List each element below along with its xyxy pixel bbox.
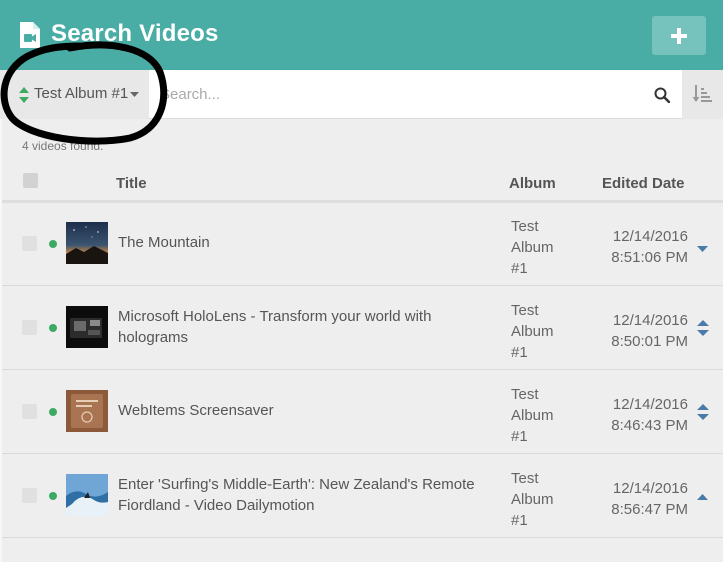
video-document-icon [20,22,40,48]
album-filter-label: Test Album #1 [34,85,129,102]
status-dot [49,492,57,500]
row-checkbox[interactable] [22,488,37,503]
magnifier-icon[interactable] [654,87,670,103]
status-dot [49,240,57,248]
row-checkbox[interactable] [22,320,37,335]
video-title-link[interactable]: Microsoft HoloLens - Transform your worl… [118,306,498,348]
column-header-edited-date[interactable]: Edited Date [602,175,685,192]
table-row[interactable]: Enter 'Surfing's Middle-Earth': New Zeal… [2,454,723,538]
add-video-button[interactable] [652,16,706,55]
row-checkbox[interactable] [22,404,37,419]
row-checkbox[interactable] [22,236,37,251]
sort-order-icon [692,85,712,102]
status-dot [49,408,57,416]
row-edited-date: 12/14/2016 8:56:47 PM [611,480,688,518]
video-title-link[interactable]: The Mountain [118,232,498,253]
row-album: Test Album #1 [511,386,554,445]
table-row[interactable]: WebItems Screensaver Test Album #1 12/14/2… [2,370,723,454]
column-header-title[interactable]: Title [116,175,147,192]
row-album: Test Album #1 [511,302,554,361]
row-album: Test Album #1 [511,470,554,529]
row-edited-date: 12/14/2016 8:51:06 PM [611,228,688,266]
table-row[interactable]: Microsoft HoloLens - Transform your worl… [2,286,723,370]
sort-order-button[interactable] [682,70,723,119]
video-thumbnail[interactable] [66,306,108,348]
plus-icon [671,28,687,44]
search-toolbar: Test Album #1 [0,70,723,119]
video-title-link[interactable]: Enter 'Surfing's Middle-Earth': New Zeal… [118,474,498,516]
caret-up-icon[interactable] [697,490,709,506]
video-list-panel: 4 videos found. Title Album Edited Date [0,119,723,562]
video-thumbnail[interactable] [66,222,108,264]
select-all-checkbox[interactable] [23,173,38,188]
search-input[interactable] [160,82,640,106]
app-header: Search Videos [0,0,723,70]
status-dot [49,324,57,332]
row-album: Test Album #1 [511,218,554,277]
video-title-link[interactable]: WebItems Screensaver [118,400,498,421]
sort-arrows-icon[interactable] [697,404,709,420]
sort-arrows-icon[interactable] [697,320,709,336]
sort-arrows-icon [19,87,29,103]
video-thumbnail[interactable] [66,390,108,432]
caret-down-icon[interactable] [697,242,709,258]
results-count: 4 videos found. [22,139,104,153]
column-header-album[interactable]: Album [509,175,556,192]
video-thumbnail[interactable] [66,474,108,516]
page-title: Search Videos [51,20,219,47]
table-row[interactable]: The Mountain Test Album #1 12/14/2016 8:51:… [2,202,723,286]
row-edited-date: 12/14/2016 8:46:43 PM [611,396,688,434]
chevron-down-icon [130,92,139,97]
album-filter-dropdown[interactable]: Test Album #1 [0,70,149,119]
row-edited-date: 12/14/2016 8:50:01 PM [611,312,688,350]
